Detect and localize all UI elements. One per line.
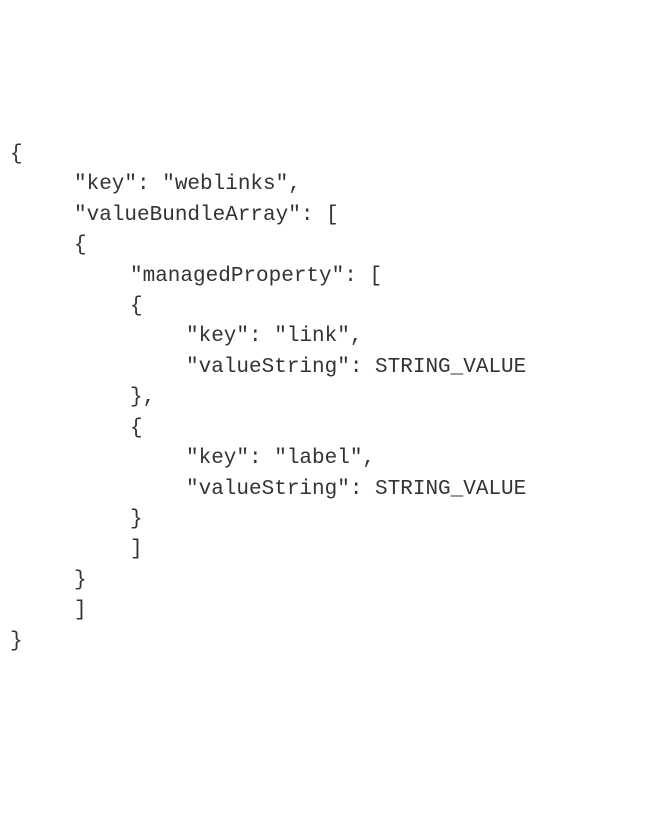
code-line: { bbox=[10, 292, 649, 322]
code-line: ] bbox=[10, 535, 649, 565]
code-line: } bbox=[10, 505, 649, 535]
code-line: "valueBundleArray": [ bbox=[10, 201, 649, 231]
code-line: } bbox=[10, 566, 649, 596]
code-block: {"key": "weblinks","valueBundleArray": [… bbox=[10, 140, 649, 657]
code-line: "key": "link", bbox=[10, 322, 649, 352]
code-line: { bbox=[10, 414, 649, 444]
code-line: "key": "label", bbox=[10, 444, 649, 474]
code-line: "key": "weblinks", bbox=[10, 170, 649, 200]
code-line: ] bbox=[10, 596, 649, 626]
code-line: } bbox=[10, 627, 649, 657]
code-line: "valueString": STRING_VALUE bbox=[10, 475, 649, 505]
code-line: }, bbox=[10, 383, 649, 413]
code-line: "managedProperty": [ bbox=[10, 262, 649, 292]
code-line: "valueString": STRING_VALUE bbox=[10, 353, 649, 383]
code-line: { bbox=[10, 140, 649, 170]
code-line: { bbox=[10, 231, 649, 261]
